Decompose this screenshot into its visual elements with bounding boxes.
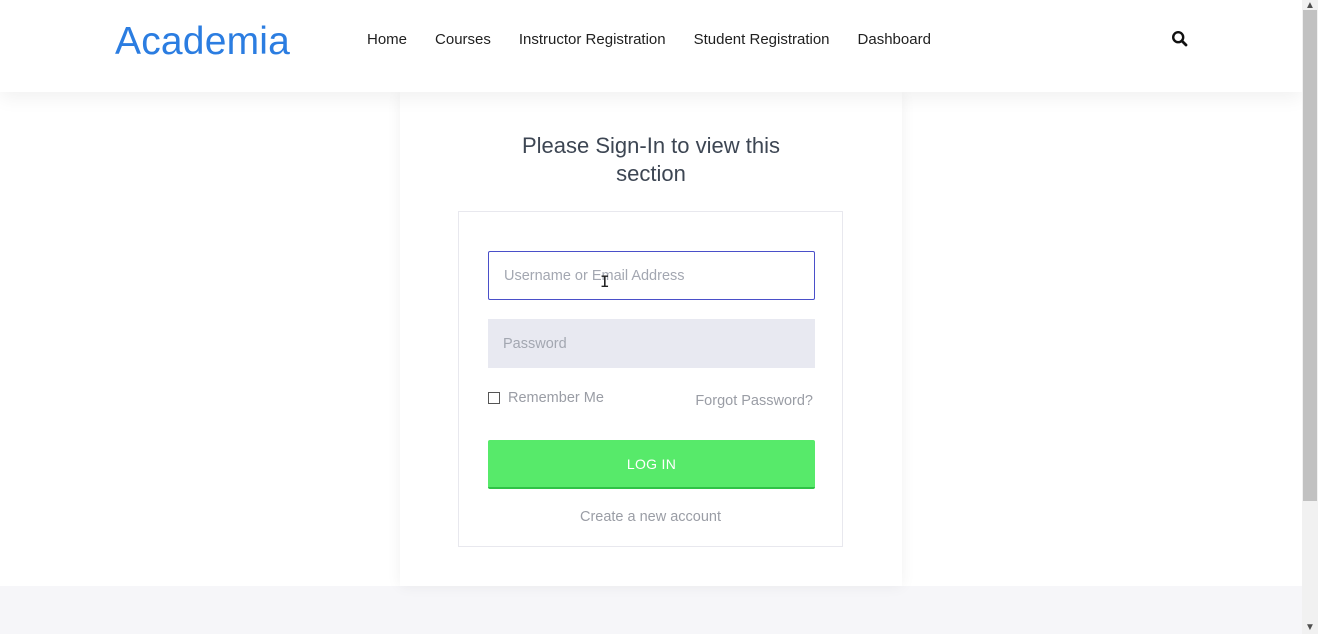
nav-home[interactable]: Home <box>367 31 407 48</box>
login-button[interactable]: LOG IN <box>488 440 815 489</box>
remember-me-checkbox[interactable] <box>488 392 500 404</box>
nav-instructor-registration[interactable]: Instructor Registration <box>519 31 666 48</box>
nav-dashboard[interactable]: Dashboard <box>858 31 931 48</box>
search-button[interactable] <box>1170 29 1190 49</box>
nav-student-registration[interactable]: Student Registration <box>694 31 830 48</box>
footer-band <box>0 586 1302 634</box>
signin-panel: Please Sign-In to view this section Reme… <box>400 92 902 586</box>
signin-title-line1: Please Sign-In to view this <box>521 133 781 158</box>
forgot-password-link[interactable]: Forgot Password? <box>695 393 813 409</box>
signin-title: Please Sign-In to view this section <box>400 132 902 188</box>
remember-me[interactable]: Remember Me <box>488 390 604 406</box>
scrollbar-thumb[interactable] <box>1303 10 1317 501</box>
text-cursor-icon: I <box>600 272 610 291</box>
search-icon <box>1171 30 1188 47</box>
site-logo[interactable]: Academia <box>115 20 290 64</box>
browser-viewport: Academia Home Courses Instructor Registr… <box>0 0 1302 634</box>
site-header: Academia Home Courses Instructor Registr… <box>0 0 1302 92</box>
signin-title-line2: section <box>616 161 686 186</box>
nav-courses[interactable]: Courses <box>435 31 491 48</box>
remember-me-label: Remember Me <box>508 390 604 406</box>
main-nav: Home Courses Instructor Registration Stu… <box>367 31 931 48</box>
create-account-link[interactable]: Create a new account <box>459 509 842 525</box>
password-input[interactable] <box>488 319 815 368</box>
vertical-scrollbar[interactable]: ▲ ▼ <box>1302 0 1318 634</box>
username-input[interactable] <box>488 251 815 300</box>
scroll-down-arrow-icon[interactable]: ▼ <box>1302 622 1318 634</box>
login-form: Remember Me Forgot Password? LOG IN Crea… <box>458 211 843 547</box>
